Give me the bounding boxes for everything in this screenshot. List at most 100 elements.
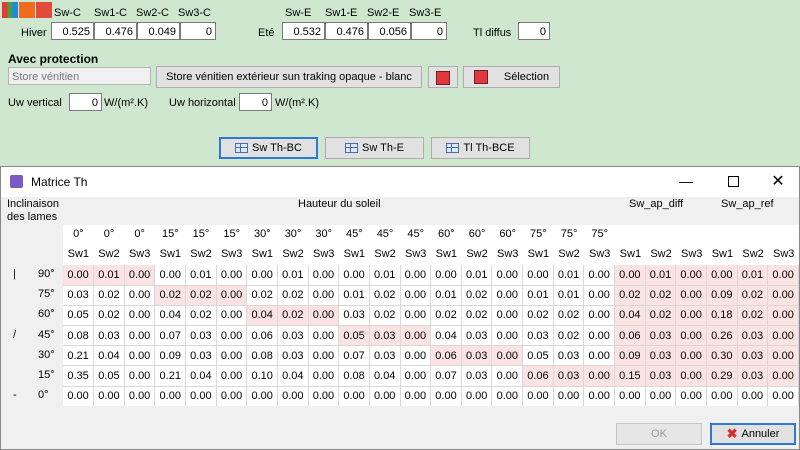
matrix-cell[interactable]: 0.00 <box>583 386 616 406</box>
minimize-button[interactable]: — <box>671 173 701 191</box>
matrix-cell[interactable]: 0.00 <box>675 365 707 387</box>
matrix-cell[interactable]: 0.00 <box>491 386 524 406</box>
matrix-cell[interactable]: 0.02 <box>154 285 187 306</box>
matrix-cell[interactable]: 0.02 <box>522 305 554 327</box>
matrix-cell[interactable]: 0.00 <box>124 386 156 406</box>
matrix-cell[interactable]: 0.00 <box>522 265 554 286</box>
matrix-cell[interactable]: 0.00 <box>93 386 125 406</box>
matrix-cell[interactable]: 0.01 <box>430 285 462 306</box>
matrix-cell[interactable]: 0.00 <box>430 265 462 286</box>
maximize-button[interactable] <box>718 173 748 191</box>
matrix-cell[interactable]: 0.03 <box>461 325 493 347</box>
matrix-cell[interactable]: 0.05 <box>93 365 125 387</box>
matrix-cell[interactable]: 0.21 <box>63 345 95 367</box>
matrix-cell[interactable]: 0.00 <box>767 285 799 306</box>
uw-vertical-input[interactable]: 0 <box>69 93 102 111</box>
matrix-cell[interactable]: 0.02 <box>430 305 462 327</box>
matrix-cell[interactable]: 0.00 <box>400 305 432 327</box>
matrix-cell[interactable]: 0.08 <box>246 345 278 367</box>
matrix-cell[interactable]: 0.00 <box>308 386 340 406</box>
matrix-cell[interactable]: 0.01 <box>553 285 585 306</box>
matrix-cell[interactable]: 0.04 <box>277 365 309 387</box>
matrix-cell[interactable]: 0.04 <box>93 345 125 367</box>
matrix-cell[interactable]: 0.00 <box>614 265 646 286</box>
tab-sw-th-e[interactable]: Sw Th-E <box>325 137 424 159</box>
matrix-cell[interactable]: 0.00 <box>400 265 432 286</box>
matrix-cell[interactable]: 0.00 <box>461 386 493 406</box>
matrix-cell[interactable]: 0.00 <box>308 345 340 367</box>
store-type-field[interactable]: Store vénitien <box>8 67 151 85</box>
matrix-cell[interactable]: 0.03 <box>185 325 217 347</box>
ok-button[interactable]: OK <box>616 423 702 445</box>
matrix-cell[interactable]: 0.00 <box>400 285 432 306</box>
matrix-cell[interactable]: 0.06 <box>430 345 462 367</box>
matrix-cell[interactable]: 0.00 <box>614 386 646 406</box>
matrix-cell[interactable]: 0.03 <box>737 365 769 387</box>
matrix-cell[interactable]: 0.35 <box>63 365 95 387</box>
matrix-cell[interactable]: 0.10 <box>246 365 278 387</box>
matrix-cell[interactable]: 0.03 <box>277 345 309 367</box>
matrix-cell[interactable]: 0.01 <box>369 265 401 286</box>
matrix-cell[interactable]: 0.02 <box>369 305 401 327</box>
tl-diffus-input[interactable]: 0 <box>518 22 550 40</box>
matrix-cell[interactable]: 0.01 <box>277 265 309 286</box>
matrix-cell[interactable]: 0.03 <box>63 285 95 306</box>
matrix-cell[interactable]: 0.00 <box>491 345 524 367</box>
matrix-cell[interactable]: 0.00 <box>154 386 187 406</box>
matrix-cell[interactable]: 0.06 <box>522 365 554 387</box>
matrix-cell[interactable]: 0.01 <box>553 265 585 286</box>
matrix-cell[interactable]: 0.01 <box>93 265 125 286</box>
matrix-cell[interactable]: 0.03 <box>645 325 677 347</box>
matrix-cell[interactable]: 0.00 <box>675 305 707 327</box>
matrix-cell[interactable]: 0.09 <box>706 285 738 306</box>
matrix-cell[interactable]: 0.00 <box>124 325 156 347</box>
matrix-cell[interactable]: 0.07 <box>154 325 187 347</box>
matrix-cell[interactable]: 0.00 <box>216 285 248 306</box>
matrix-cell[interactable]: 0.03 <box>553 365 585 387</box>
matrix-cell[interactable]: 0.00 <box>400 365 432 387</box>
tab-tl-th-bce[interactable]: Tl Th-BCE <box>431 137 530 159</box>
selection-button[interactable]: Sélection <box>463 66 560 88</box>
matrix-cell[interactable]: 0.00 <box>124 345 156 367</box>
matrix-cell[interactable]: 0.02 <box>645 285 677 306</box>
matrix-cell[interactable]: 0.03 <box>522 325 554 347</box>
ete-sw1[interactable]: 0.476 <box>325 22 368 40</box>
matrix-cell[interactable]: 0.02 <box>614 285 646 306</box>
matrix-cell[interactable]: 0.00 <box>246 265 278 286</box>
matrix-cell[interactable]: 0.02 <box>277 305 309 327</box>
matrix-cell[interactable]: 0.00 <box>308 265 340 286</box>
matrix-cell[interactable]: 0.06 <box>246 325 278 347</box>
matrix-cell[interactable]: 0.00 <box>430 386 462 406</box>
matrix-cell[interactable]: 0.03 <box>737 345 769 367</box>
matrix-cell[interactable]: 0.00 <box>491 365 524 387</box>
store-description-button[interactable]: Store vénitien extérieur sun traking opa… <box>156 66 422 88</box>
close-button[interactable]: ✕ <box>763 171 793 191</box>
matrix-cell[interactable]: 0.02 <box>645 305 677 327</box>
matrix-cell[interactable]: 0.26 <box>706 325 738 347</box>
hiver-sw[interactable]: 0.525 <box>51 22 94 40</box>
matrix-cell[interactable]: 0.00 <box>767 386 799 406</box>
matrix-cell[interactable]: 0.00 <box>216 365 248 387</box>
hiver-sw2[interactable]: 0.049 <box>137 22 180 40</box>
matrix-cell[interactable]: 0.04 <box>246 305 278 327</box>
matrix-cell[interactable]: 0.03 <box>645 345 677 367</box>
matrix-cell[interactable]: 0.04 <box>614 305 646 327</box>
toolbar-icon-1[interactable] <box>2 2 18 18</box>
uw-horizontal-input[interactable]: 0 <box>239 93 272 111</box>
matrix-cell[interactable]: 0.04 <box>369 365 401 387</box>
matrix-cell[interactable]: 0.00 <box>124 285 156 306</box>
tab-sw-th-bc[interactable]: Sw Th-BC <box>219 137 318 159</box>
matrix-cell[interactable]: 0.00 <box>124 305 156 327</box>
matrix-cell[interactable]: 0.00 <box>308 285 340 306</box>
matrix-cell[interactable]: 0.00 <box>767 345 799 367</box>
matrix-cell[interactable]: 0.01 <box>461 265 493 286</box>
matrix-cell[interactable]: 0.03 <box>277 325 309 347</box>
matrix-cell[interactable]: 0.02 <box>737 305 769 327</box>
matrix-cell[interactable]: 0.00 <box>706 265 738 286</box>
matrix-cell[interactable]: 0.00 <box>767 365 799 387</box>
matrix-cell[interactable]: 0.00 <box>553 386 585 406</box>
matrix-cell[interactable]: 0.08 <box>63 325 95 347</box>
store-icon-button[interactable] <box>428 66 458 88</box>
matrix-cell[interactable]: 0.00 <box>338 265 370 286</box>
matrix-cell[interactable]: 0.02 <box>369 285 401 306</box>
